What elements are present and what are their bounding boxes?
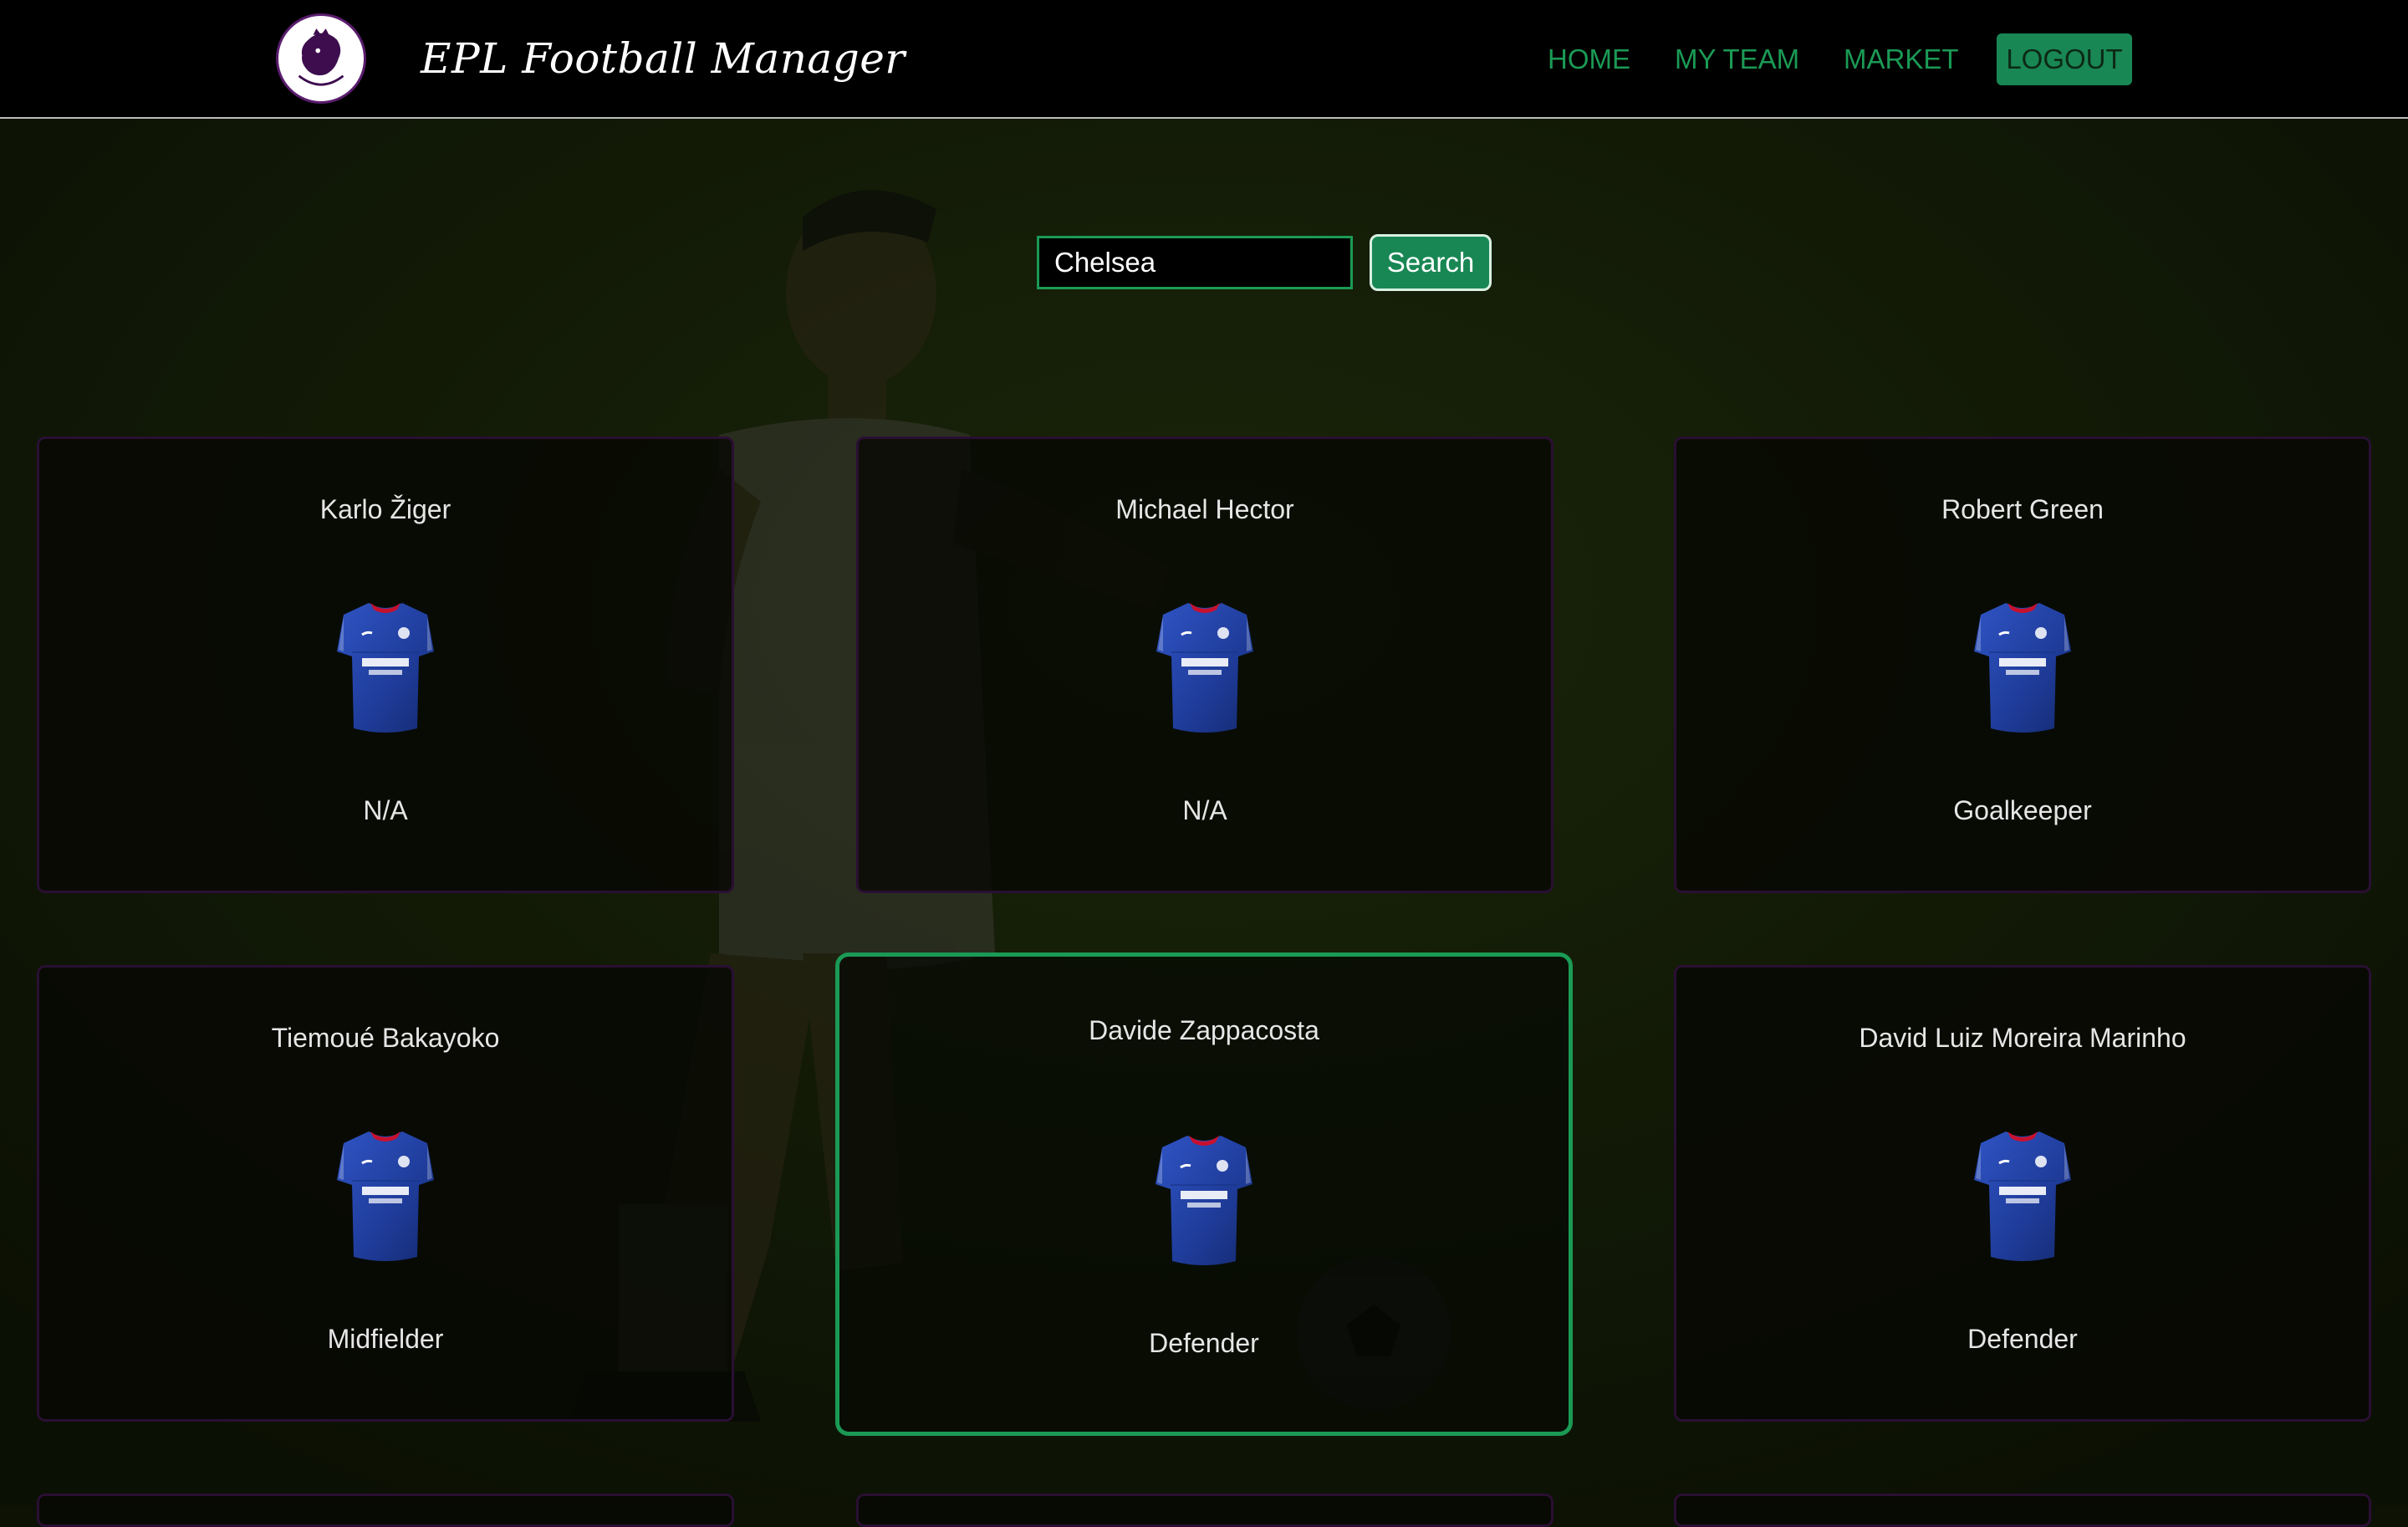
chelsea-jersey-icon [1974,1126,2071,1262]
player-name: Tiemoué Bakayoko [271,1023,500,1053]
player-position: N/A [363,795,408,825]
nav-my-team-link[interactable]: MY TEAM [1675,33,1799,85]
player-card-partial[interactable] [856,1494,1553,1527]
nav-market-link[interactable]: MARKET [1844,33,1959,85]
player-card[interactable]: Karlo Žiger N/A [37,437,734,893]
player-name: Davide Zappacosta [1089,1015,1319,1045]
player-position: Goalkeeper [1953,795,2092,825]
player-name: Robert Green [1941,494,2104,524]
player-card-selected[interactable]: Davide Zappacosta Defender [835,952,1573,1436]
player-card-partial[interactable] [37,1494,734,1527]
player-position: Defender [1967,1324,2078,1354]
search-button[interactable]: Search [1370,234,1492,291]
player-card-partial[interactable] [1674,1494,2371,1527]
player-position: N/A [1182,795,1227,825]
player-name: Karlo Žiger [319,494,452,524]
player-position: Defender [1149,1328,1259,1358]
chelsea-jersey-icon [1156,1131,1252,1266]
nav-home-link[interactable]: HOME [1548,33,1630,85]
player-card[interactable]: Tiemoué Bakayoko Midfielder [37,965,734,1422]
player-name: David Luiz Moreira Marinho [1859,1023,2186,1053]
player-card[interactable]: David Luiz Moreira Marinho Defender [1674,965,2371,1422]
premier-league-lion-icon[interactable] [276,13,366,104]
search-input[interactable] [1037,236,1353,289]
player-card[interactable]: Michael Hector N/A [856,437,1553,893]
chelsea-jersey-icon [1974,598,2071,733]
chelsea-jersey-icon [337,1126,434,1262]
navbar: EPL Football Manager HOME MY TEAM MARKET… [0,0,2408,119]
chelsea-jersey-icon [1156,598,1253,733]
app-title[interactable]: EPL Football Manager [421,23,906,94]
chelsea-jersey-icon [337,598,434,733]
player-position: Midfielder [327,1324,444,1354]
logout-button[interactable]: LOGOUT [1997,33,2132,85]
player-name: Michael Hector [1115,494,1294,524]
player-card[interactable]: Robert Green Goalkeeper [1674,437,2371,893]
